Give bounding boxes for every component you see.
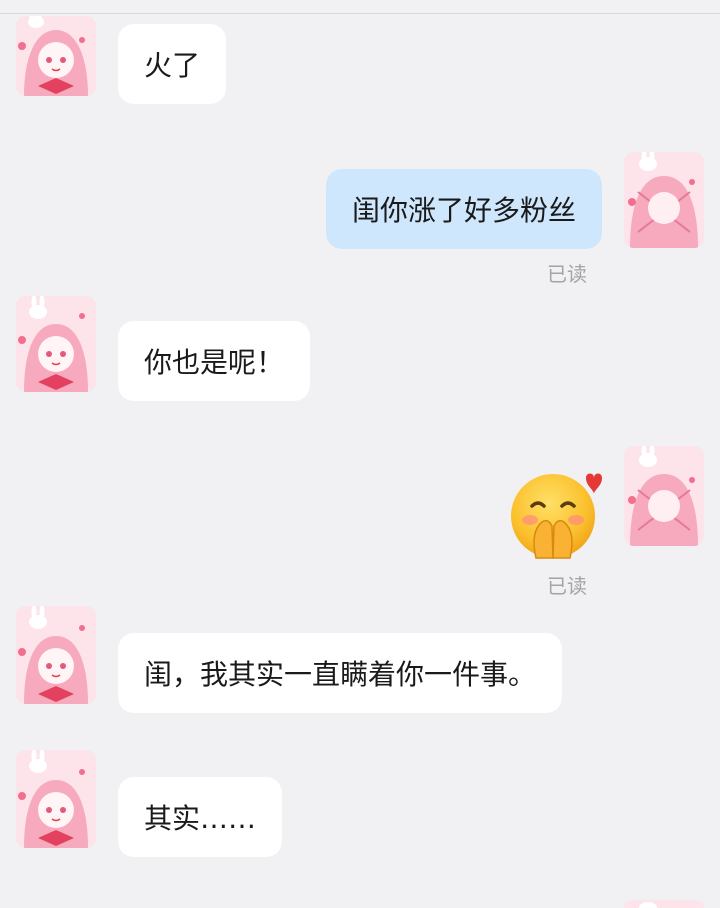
message-text: 其实…… [144, 802, 257, 835]
message-bubble[interactable]: 闺你涨了好多粉丝 [325, 169, 602, 249]
message-bubble[interactable]: 火了 [118, 24, 227, 104]
blushing-hands-heart-emoji[interactable] [508, 470, 604, 566]
message-text: 你也是呢！ [144, 346, 285, 379]
read-status: 已读 [547, 574, 587, 598]
self-avatar[interactable] [624, 446, 704, 546]
message-text: 火了 [144, 49, 201, 82]
self-avatar[interactable] [624, 152, 704, 248]
contact-avatar[interactable] [16, 16, 96, 96]
contact-avatar[interactable] [16, 296, 96, 392]
header-divider [0, 13, 720, 14]
contact-avatar[interactable] [16, 606, 96, 704]
message-bubble[interactable]: 其实…… [118, 777, 283, 857]
contact-avatar[interactable] [16, 750, 96, 848]
message-text: 闺，我其实一直瞒着你一件事。 [144, 658, 537, 691]
self-avatar[interactable] [624, 900, 704, 908]
message-bubble[interactable]: 你也是呢！ [118, 321, 311, 401]
message-bubble[interactable]: 闺，我其实一直瞒着你一件事。 [118, 633, 563, 713]
message-text: 闺你涨了好多粉丝 [351, 194, 576, 227]
chat-window: 火了 闺你涨了好多粉丝 已读 你也是呢！ 已读 闺，我其实一直瞒着你一件事。 其… [0, 0, 720, 908]
read-status: 已读 [547, 262, 587, 286]
